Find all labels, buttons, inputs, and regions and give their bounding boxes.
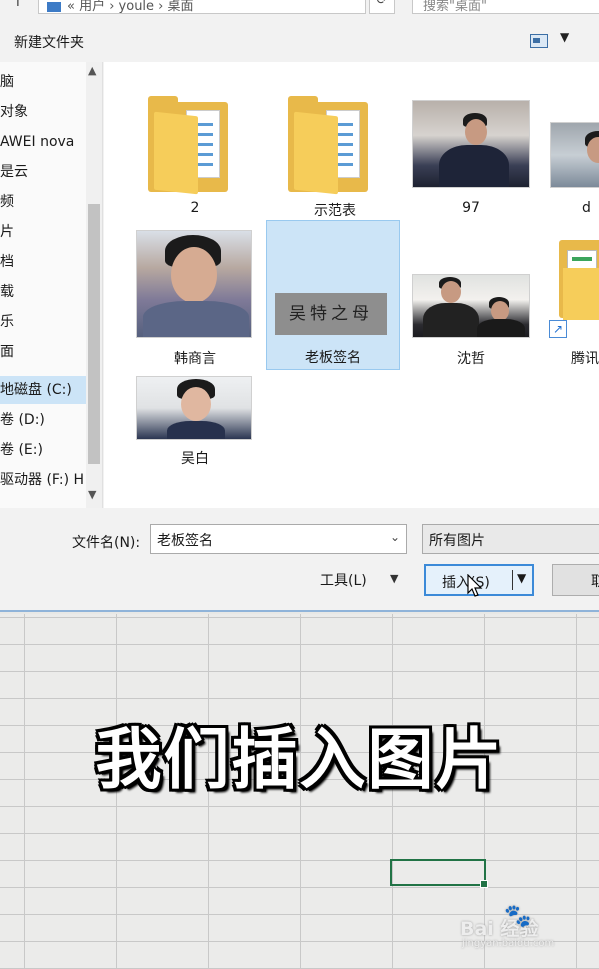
search-input[interactable]: 搜索"桌面" (412, 0, 599, 14)
file-name: 吴白 (181, 451, 209, 467)
chevron-down-icon[interactable]: ▼ (88, 488, 96, 501)
filename-value: 老板签名 (157, 533, 213, 549)
watermark-url: jingyan.baidu.com (462, 938, 555, 949)
photo-thumbnail (412, 274, 530, 338)
nav-item[interactable]: 片 (0, 218, 86, 246)
chevron-up-icon[interactable]: ▲ (88, 64, 96, 77)
nav-scrollbar[interactable]: ▲ ▼ (86, 62, 102, 508)
file-tile-photo-hanshangyan[interactable]: 韩商言 (128, 224, 262, 372)
file-name: 韩商言 (174, 351, 216, 367)
new-folder-button[interactable]: 新建文件夹 (14, 32, 84, 52)
nav-item[interactable]: 脑 (0, 68, 86, 96)
file-name: 97 (462, 200, 480, 216)
address-path-text: « 用户 › youle › 桌面 (67, 0, 194, 14)
refresh-button[interactable]: ⟳ (369, 0, 395, 14)
nav-item[interactable]: 频 (0, 188, 86, 216)
file-tile-photo-97[interactable]: 97 (404, 76, 538, 224)
tools-menu[interactable]: 工具(L) (320, 570, 367, 590)
file-list: 2 示范表 97 d 韩商言 吴特之母 老板签名 沈哲 ↗ 腾讯 吴白 (104, 62, 599, 508)
file-name: 腾讯 (571, 351, 599, 367)
chevron-down-icon[interactable]: ⌄ (390, 530, 400, 544)
selected-cell[interactable] (390, 859, 488, 888)
dialog-toolbar: 新建文件夹 ▼ (0, 24, 599, 60)
nav-item[interactable]: AWEI nova (0, 128, 86, 156)
insert-picture-dialog: ↑ « 用户 › youle › 桌面 ⟳ 搜索"桌面" 新建文件夹 ▼ 脑 对… (0, 0, 599, 612)
file-name: 2 (190, 200, 200, 216)
filetype-select[interactable]: 所有图片 (422, 524, 599, 554)
photo-thumbnail: 吴特之母 (267, 221, 399, 339)
file-name: 沈哲 (457, 351, 485, 367)
paw-icon: 🐾 (504, 904, 532, 929)
nav-item[interactable]: 面 (0, 338, 86, 366)
filename-input[interactable]: 老板签名 ⌄ (150, 524, 407, 554)
photo-thumbnail (136, 376, 252, 440)
split-divider (512, 570, 513, 590)
photo-thumbnail (550, 122, 599, 188)
cancel-button-label: 取 (591, 571, 599, 591)
file-name: 示范表 (314, 203, 356, 219)
nav-item[interactable]: 是云 (0, 158, 86, 186)
chevron-down-icon[interactable]: ▼ (560, 30, 569, 44)
chevron-down-icon[interactable]: ▼ (390, 572, 398, 585)
shortcut-arrow-icon: ↗ (549, 320, 567, 338)
dialog-footer: 文件名(N): 老板签名 ⌄ 所有图片 工具(L) ▼ 插入(S) ▼ 取 (0, 508, 599, 610)
folder-icon (148, 96, 228, 195)
filename-label: 文件名(N): (72, 535, 141, 551)
up-arrow-icon[interactable]: ↑ (12, 0, 24, 10)
photo-thumbnail (412, 100, 530, 188)
photo-thumbnail (136, 230, 252, 338)
file-tile-folder-demo[interactable]: 示范表 (268, 76, 402, 224)
computer-icon (47, 1, 61, 12)
view-options-icon[interactable] (530, 34, 548, 48)
navigation-pane: 脑 对象 AWEI nova 是云 频 片 档 载 乐 面 地磁盘 (C:) 卷… (0, 62, 103, 508)
nav-item-drive-f[interactable]: 驱动器 (F:) H (0, 466, 86, 494)
nav-item[interactable]: 档 (0, 248, 86, 276)
file-tile-boss-signature[interactable]: 吴特之母 老板签名 (266, 220, 400, 370)
signature-image-text: 吴特之母 (275, 293, 387, 335)
nav-item[interactable]: 对象 (0, 98, 86, 126)
file-name: 老板签名 (305, 350, 361, 366)
mouse-cursor-icon (467, 574, 483, 597)
video-caption: 我们插入图片 (95, 721, 504, 798)
file-tile-shortcut-tencent[interactable]: ↗ (549, 238, 599, 338)
address-path[interactable]: « 用户 › youle › 桌面 (38, 0, 366, 14)
file-name: d (582, 200, 591, 216)
file-tile-photo-wubai[interactable]: 吴白 (128, 372, 262, 472)
file-tile-folder-2[interactable]: 2 (128, 76, 262, 224)
nav-item[interactable]: 乐 (0, 308, 86, 336)
nav-item-drive-d[interactable]: 卷 (D:) (0, 406, 86, 434)
cancel-button[interactable]: 取 (552, 564, 599, 596)
file-tile-photo-shenzhe[interactable]: 沈哲 (404, 224, 538, 372)
nav-item-drive-e[interactable]: 卷 (E:) (0, 436, 86, 464)
file-tile-photo-d[interactable]: d (544, 76, 599, 224)
insert-dropdown-icon[interactable]: ▼ (517, 571, 526, 585)
nav-item-drive-c[interactable]: 地磁盘 (C:) (0, 376, 86, 404)
nav-item[interactable]: 载 (0, 278, 86, 306)
scrollbar-thumb[interactable] (88, 204, 100, 464)
baidu-jingyan-watermark: Bai 经验 🐾 jingyan.baidu.com (460, 902, 590, 952)
folder-icon (288, 96, 368, 195)
address-bar: ↑ « 用户 › youle › 桌面 ⟳ 搜索"桌面" (0, 0, 599, 20)
